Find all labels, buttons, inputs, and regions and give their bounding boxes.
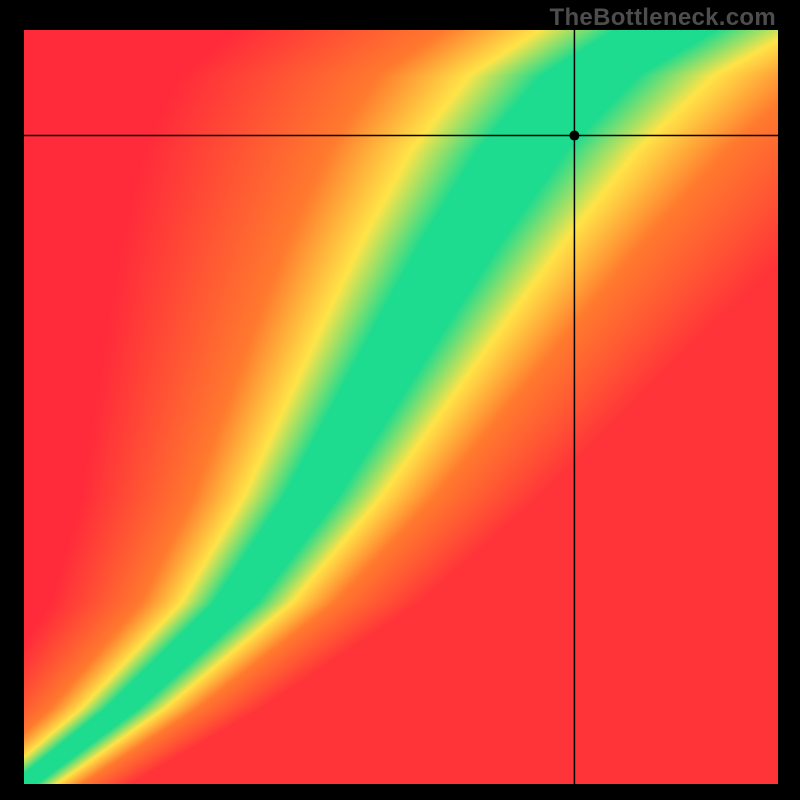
watermark-label: TheBottleneck.com [550,4,776,32]
overlay-layer [24,30,778,784]
marker-point [569,131,579,141]
